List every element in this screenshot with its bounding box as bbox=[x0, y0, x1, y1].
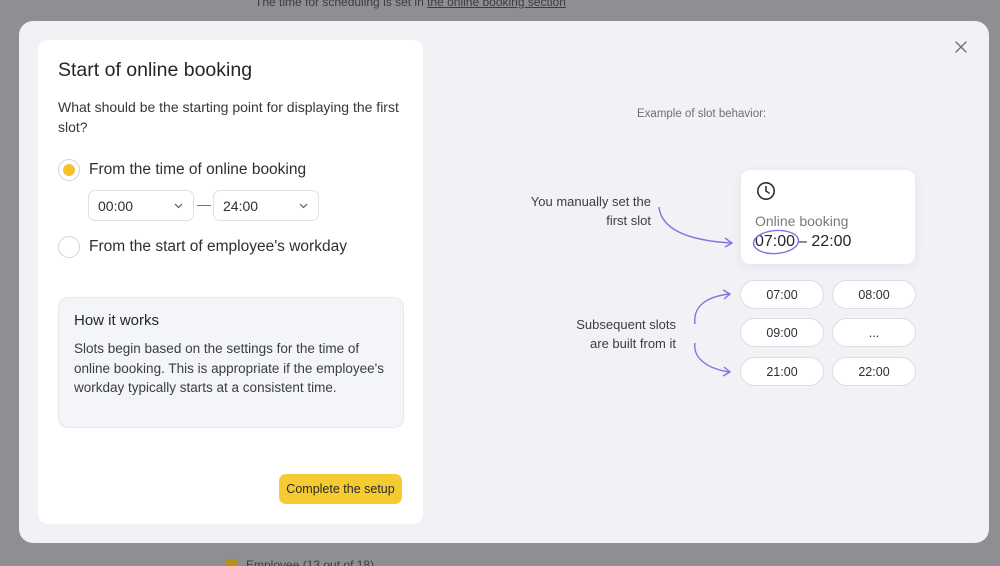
preview-label: Online booking bbox=[755, 213, 849, 229]
slot-pill: 09:00 bbox=[740, 318, 824, 347]
background-hint: The time for scheduling is set in the on… bbox=[255, 0, 566, 9]
slot-pill: 07:00 bbox=[740, 280, 824, 309]
highlight-ring bbox=[752, 229, 800, 255]
background-employee-row: Employee (13 out of 18) bbox=[225, 558, 374, 566]
slot-pill: ... bbox=[832, 318, 916, 347]
online-booking-preview-card: Online booking 07:00– 22:00 bbox=[741, 170, 915, 264]
start-of-booking-modal: Start of online booking What should be t… bbox=[19, 21, 989, 543]
slot-pill: 22:00 bbox=[832, 357, 916, 386]
clock-icon bbox=[757, 182, 775, 200]
checkbox-icon bbox=[225, 558, 238, 566]
arrow-to-first-slot bbox=[658, 206, 732, 244]
slot-pill: 21:00 bbox=[740, 357, 824, 386]
preview-end-time: – 22:00 bbox=[798, 233, 852, 250]
online-booking-section-link[interactable]: the online booking section bbox=[427, 0, 566, 9]
slot-pill: 08:00 bbox=[832, 280, 916, 309]
